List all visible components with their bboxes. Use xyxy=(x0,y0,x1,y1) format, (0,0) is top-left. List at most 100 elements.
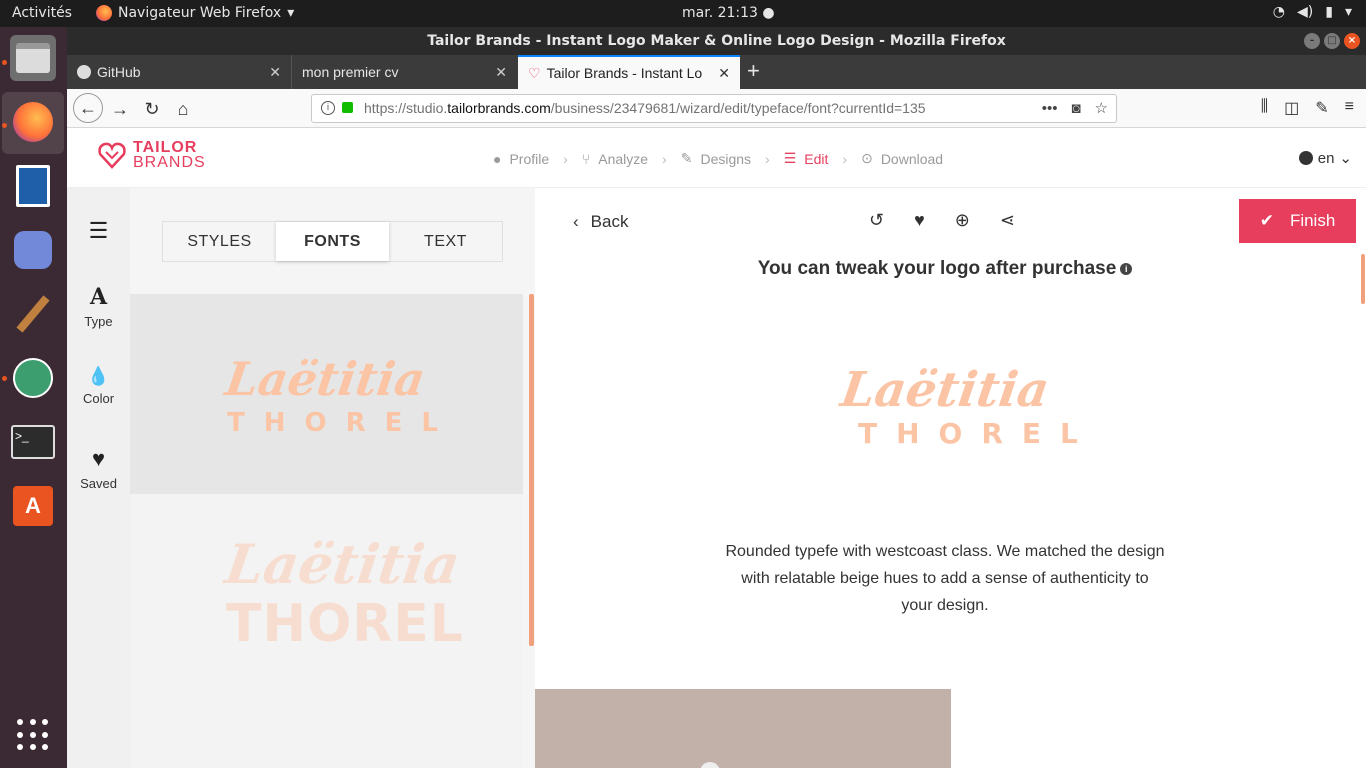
tab-tailor-brands[interactable]: ♡ Tailor Brands - Instant Lo ✕ xyxy=(518,55,740,89)
close-window-button[interactable]: × xyxy=(1344,33,1360,49)
writer-icon[interactable] xyxy=(10,163,56,209)
step-edit[interactable]: ☰ Edit xyxy=(784,150,829,167)
logo-last-name: THOREL xyxy=(858,417,1097,450)
new-tab-button[interactable]: + xyxy=(747,58,760,84)
show-applications-icon[interactable] xyxy=(17,719,49,751)
activities-button[interactable]: Activités xyxy=(12,5,72,21)
reload-icon[interactable]: ↻ xyxy=(139,96,165,122)
clock[interactable]: mar. 21:13 ● xyxy=(682,5,775,21)
app-menu[interactable]: Navigateur Web Firefox ▾ xyxy=(96,5,294,21)
tab-styles[interactable]: STYLES xyxy=(163,222,276,261)
type-icon: A xyxy=(89,284,108,310)
finish-button[interactable]: ✔ Finish xyxy=(1239,199,1356,243)
hamburger-menu-icon[interactable]: ≡ xyxy=(1345,98,1354,118)
logo-last-name: THOREL xyxy=(227,408,457,438)
logo-last-name: THOREL xyxy=(226,594,464,654)
chevron-right-icon: › xyxy=(662,150,667,167)
tab-fonts[interactable]: FONTS xyxy=(276,222,389,261)
logo-first-name: Laëtitia xyxy=(221,532,464,596)
chevron-left-icon: ‹ xyxy=(573,212,579,231)
minimize-button[interactable]: – xyxy=(1304,33,1320,49)
tab-github[interactable]: GitHub ✕ xyxy=(67,55,291,89)
paint-icon[interactable] xyxy=(10,291,56,337)
chevron-right-icon: › xyxy=(563,150,568,167)
tab-mon-premier-cv[interactable]: mon premier cv ✕ xyxy=(291,55,517,89)
heart-icon[interactable]: ♥ xyxy=(914,210,925,231)
panel-scrollbar[interactable] xyxy=(529,294,534,646)
pocket-icon[interactable]: ◙ xyxy=(1071,95,1080,122)
menu-button[interactable]: ☰ xyxy=(67,218,130,248)
logo-line-1: TAILOR xyxy=(133,139,198,156)
software-center-icon[interactable]: A xyxy=(10,483,56,529)
chevron-right-icon: › xyxy=(842,150,848,167)
library-icon[interactable]: ⫼ xyxy=(1261,98,1268,118)
page-actions-icon[interactable]: ••• xyxy=(1042,95,1058,122)
step-download[interactable]: ⊙ Download xyxy=(861,150,943,167)
editor-rail: ☰ A Type 💧 Color ♥ Saved xyxy=(67,188,130,768)
panel-tabs: STYLES FONTS TEXT xyxy=(162,221,503,262)
logo-first-name: Laëtitia xyxy=(222,352,429,406)
rail-type[interactable]: A Type xyxy=(67,284,130,329)
language-selector[interactable]: en ⌄ xyxy=(1298,149,1352,167)
url-bar[interactable]: i https://studio.tailorbrands.com/busine… xyxy=(311,94,1117,123)
tailor-brands-logo[interactable]: TAILOR BRANDS xyxy=(97,139,206,171)
files-icon[interactable] xyxy=(10,35,56,81)
chevron-right-icon: › xyxy=(765,150,770,167)
running-indicator xyxy=(2,60,7,65)
back-arrow-icon[interactable]: ← xyxy=(73,93,103,123)
sidebar-icon[interactable]: ◫ xyxy=(1284,98,1299,118)
forward-arrow-icon[interactable]: → xyxy=(107,96,133,122)
battery-icon: ▮ xyxy=(1325,4,1333,20)
running-indicator xyxy=(2,123,7,128)
logo-line-2: BRANDS xyxy=(133,154,206,171)
firefox-dock-icon[interactable] xyxy=(10,99,56,145)
user-icon: ● xyxy=(493,150,502,167)
headline: You can tweak your logo after purchase i xyxy=(535,258,1355,280)
step-designs[interactable]: ✎ Designs xyxy=(681,150,751,167)
share-icon[interactable]: ⋖ xyxy=(1000,210,1015,231)
step-profile[interactable]: ● Profile xyxy=(493,151,549,167)
atom-icon[interactable] xyxy=(10,355,56,401)
running-indicator xyxy=(2,376,7,381)
wizard-steps: ● Profile › ⑂ Analyze › ✎ Designs › ☰ Edit ›… xyxy=(493,150,943,167)
logo-editor-main: ‹ Back ↺ ♥ ⊕ ⋖ ✔ Finish You can tweak yo… xyxy=(535,188,1366,768)
hamburger-icon: ☰ xyxy=(88,218,109,243)
system-tray[interactable]: ◔ ◀) ▮ ▾ xyxy=(1273,4,1352,20)
terminal-icon[interactable]: >_ xyxy=(10,419,56,465)
navigation-bar: ← → ↻ ⌂ i https://studio.tailorbrands.co… xyxy=(67,89,1366,128)
globe-icon xyxy=(1298,151,1313,165)
page-scrollbar[interactable] xyxy=(1361,254,1365,304)
close-tab-icon[interactable]: ✕ xyxy=(495,55,507,89)
tailor-brands-logo-icon xyxy=(98,142,126,169)
site-info-icon[interactable]: i xyxy=(321,101,335,115)
rail-color[interactable]: 💧 Color xyxy=(67,366,130,406)
pencil-icon: ✎ xyxy=(680,150,693,166)
info-icon[interactable]: i xyxy=(1120,262,1133,275)
tab-text[interactable]: TEXT xyxy=(389,222,502,261)
tab-strip: GitHub ✕ mon premier cv ✕ ♡ Tailor Brands… xyxy=(67,55,1366,89)
back-button[interactable]: ‹ Back xyxy=(573,212,628,232)
font-option-card[interactable]: Laëtitia THOREL xyxy=(130,294,523,494)
font-description: Rounded typefe with westcoast class. We … xyxy=(725,543,1165,614)
close-tab-icon[interactable]: ✕ xyxy=(718,57,730,89)
rail-saved[interactable]: ♥ Saved xyxy=(67,446,130,491)
check-icon: ✔ xyxy=(1259,211,1274,230)
logo-preview: Laëtitia THOREL xyxy=(837,362,1097,450)
font-option-card[interactable]: Laëtitia THOREL xyxy=(130,494,523,768)
editor-toolbar: ↺ ♥ ⊕ ⋖ xyxy=(869,210,1015,231)
discord-icon[interactable] xyxy=(10,227,56,273)
undo-icon[interactable]: ↺ xyxy=(869,210,884,231)
maximize-button[interactable]: □ xyxy=(1324,33,1340,49)
bookmark-star-icon[interactable]: ☆ xyxy=(1095,95,1108,122)
window-titlebar: Tailor Brands - Instant Logo Maker & Onl… xyxy=(67,27,1366,55)
options-panel: STYLES FONTS TEXT Laëtitia THOREL Laëtit… xyxy=(130,188,535,768)
site-header: TAILOR BRANDS ● Profile › ⑂ Analyze › ✎ Des… xyxy=(67,128,1366,188)
mockup-image xyxy=(700,762,720,768)
home-icon[interactable]: ⌂ xyxy=(170,96,196,122)
dock: >_ A xyxy=(0,27,67,768)
extension-icon[interactable]: ✎ xyxy=(1315,98,1328,118)
wifi-icon: ◔ xyxy=(1272,4,1286,20)
download-icon[interactable]: ⊕ xyxy=(955,210,970,231)
step-analyze[interactable]: ⑂ Analyze xyxy=(582,151,648,167)
close-tab-icon[interactable]: ✕ xyxy=(269,55,281,89)
